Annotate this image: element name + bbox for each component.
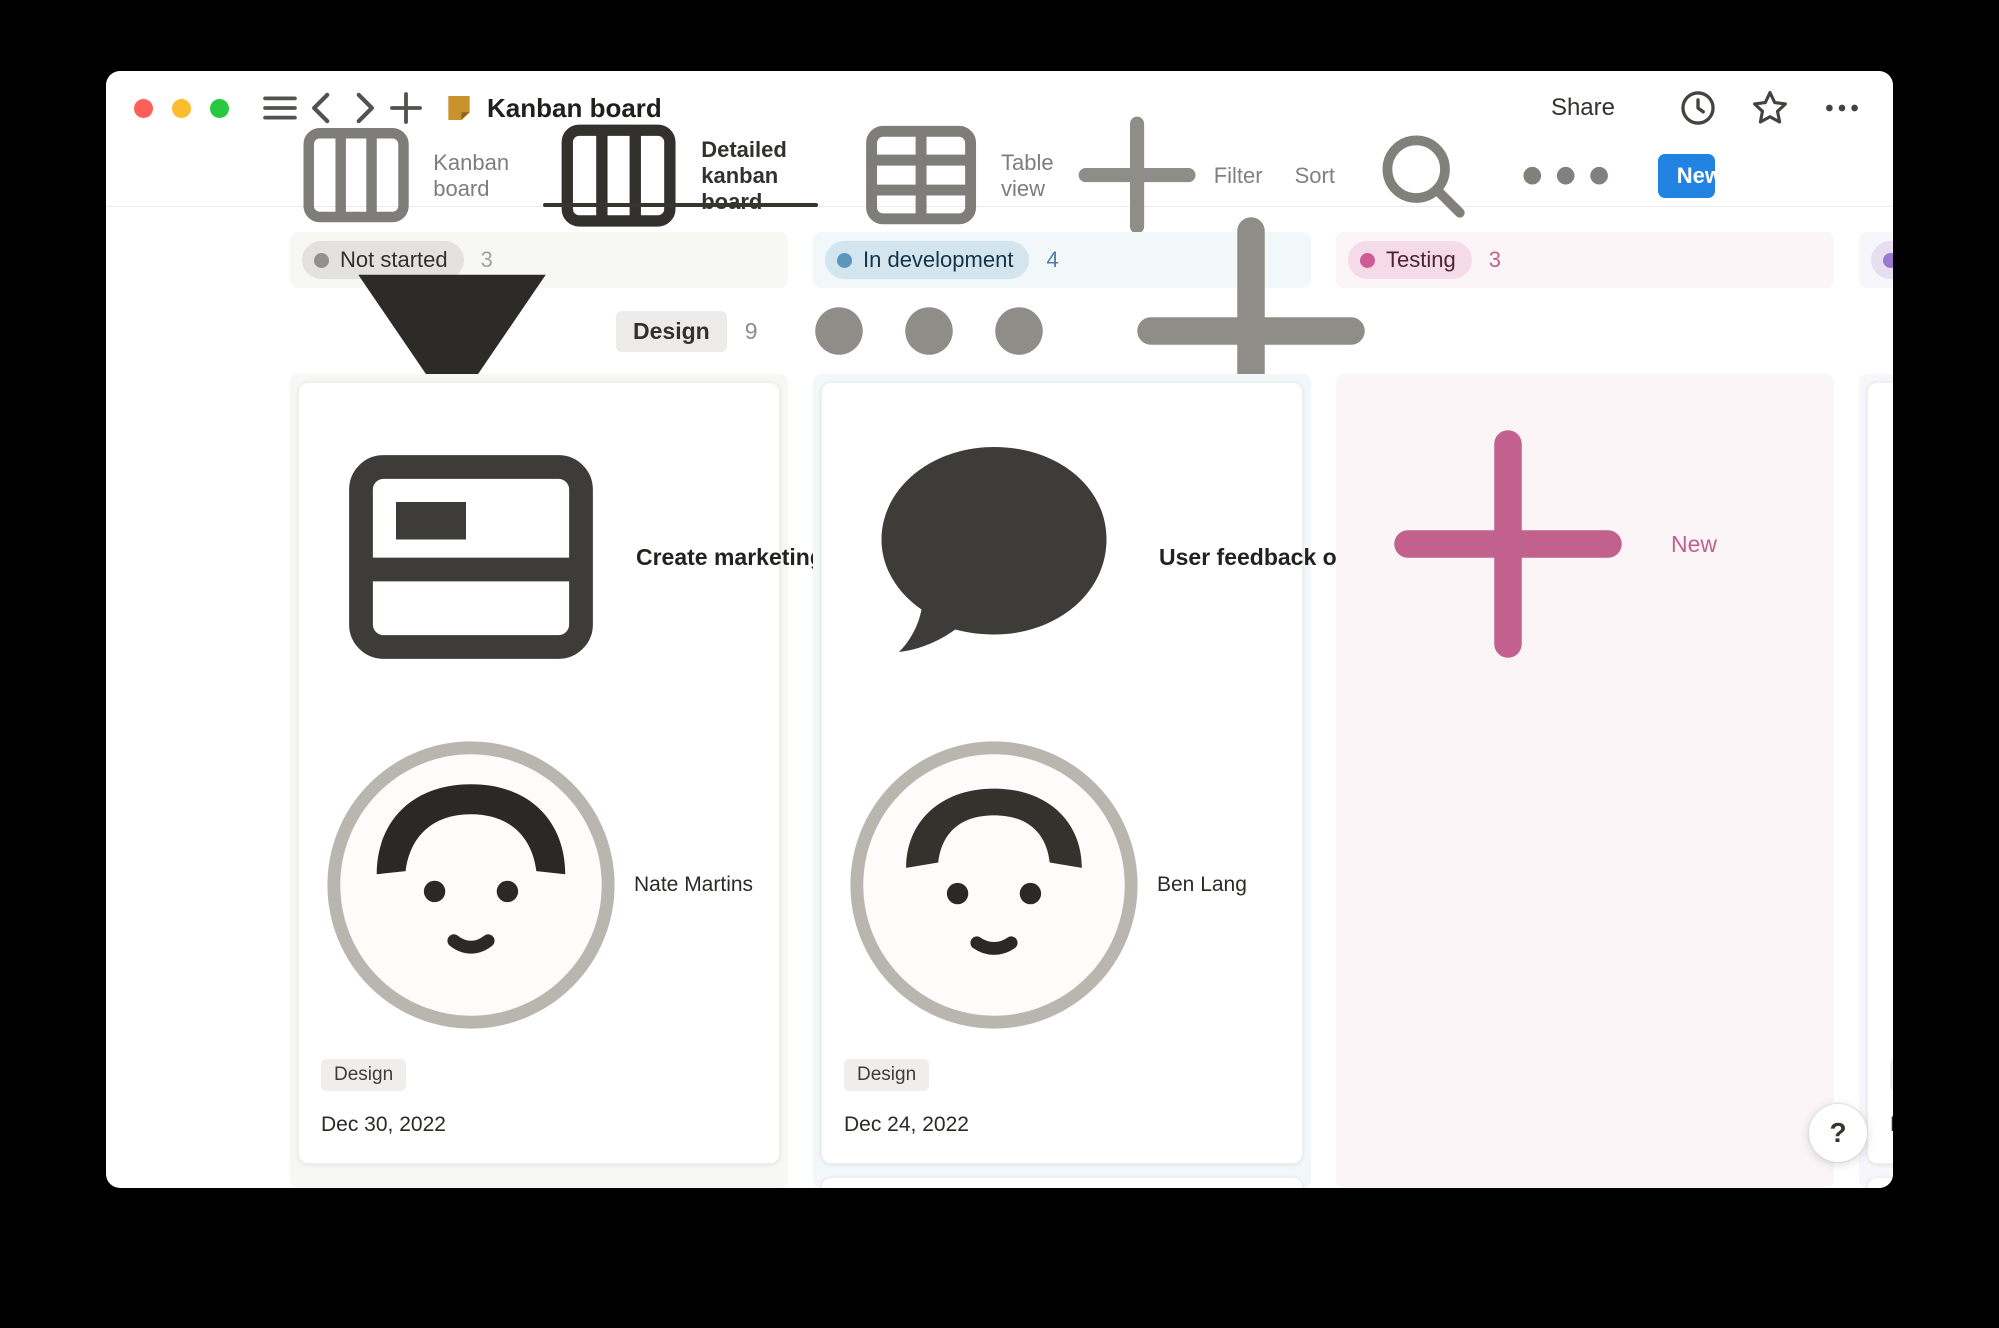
help-button[interactable]: ? bbox=[1809, 1104, 1867, 1162]
column-content-row: Create marketing materials Nate Martins … bbox=[290, 374, 1893, 1188]
plus-icon bbox=[1358, 394, 1658, 694]
assignee-name: Ben Lang bbox=[1157, 873, 1247, 897]
new-item-button[interactable]: New bbox=[1658, 154, 1715, 198]
target-icon bbox=[1890, 407, 1893, 707]
tab-table-view[interactable]: Table view bbox=[852, 145, 1054, 206]
page-journal-icon bbox=[443, 92, 475, 124]
column-in-development: User feedback on feature Ben Lang Design… bbox=[813, 374, 1311, 1188]
board-view-icon bbox=[290, 109, 422, 241]
tab-kanban-board[interactable]: Kanban board bbox=[290, 145, 509, 206]
group-label[interactable]: Design bbox=[616, 311, 727, 352]
kanban-card[interactable]: Create marketing materials Nate Martins … bbox=[298, 382, 780, 1164]
status-dot-icon bbox=[1883, 253, 1893, 268]
kanban-card[interactable]: D D bbox=[1867, 382, 1893, 1164]
board-view-icon bbox=[547, 104, 690, 247]
card-tag: Design bbox=[844, 1059, 929, 1091]
favorite-button[interactable] bbox=[1749, 87, 1791, 129]
card-date: Dec 30, 2022 bbox=[321, 1113, 757, 1137]
group-row-design: Design 9 bbox=[290, 288, 1893, 374]
tab-label: Detailed kanban board bbox=[701, 137, 814, 215]
tab-detailed-kanban-board[interactable]: Detailed kanban board bbox=[547, 145, 814, 206]
avatar bbox=[321, 735, 621, 1035]
kanban-card[interactable]: D D bbox=[1867, 1177, 1893, 1188]
window-controls bbox=[134, 99, 229, 118]
kanban-card[interactable]: Create visuals for feature Ben Lang Desi… bbox=[821, 1177, 1303, 1188]
kanban-card[interactable]: User feedback on feature Ben Lang Design… bbox=[821, 382, 1303, 1164]
column-clipped-column: D D D D New bbox=[1859, 374, 1893, 1188]
tab-label: Kanban board bbox=[433, 150, 509, 202]
new-card-button[interactable]: New bbox=[1344, 382, 1826, 706]
status-pill[interactable] bbox=[1871, 241, 1893, 279]
speech-bubble-icon bbox=[844, 407, 1144, 707]
star-icon bbox=[1749, 87, 1791, 129]
column-header-clipped-column bbox=[1859, 232, 1893, 288]
card-tag: Design bbox=[321, 1059, 406, 1091]
group-count: 9 bbox=[745, 318, 758, 345]
column-header-testing: Testing 3 bbox=[1336, 232, 1834, 288]
avatar bbox=[844, 735, 1144, 1035]
kanban-board: Not started 3 In development 4 Testing 3… bbox=[106, 207, 1893, 1188]
more-options-button[interactable] bbox=[1821, 87, 1863, 129]
app-window: Kanban board Share Kanban board Detailed… bbox=[106, 71, 1893, 1188]
avatar bbox=[1890, 735, 1893, 1035]
card-date: D bbox=[1890, 1113, 1893, 1137]
column-count: 3 bbox=[1489, 247, 1501, 273]
close-window-button[interactable] bbox=[134, 99, 153, 118]
ellipsis-icon bbox=[1821, 87, 1863, 129]
assignee-name: Nate Martins bbox=[634, 873, 753, 897]
newspaper-icon bbox=[321, 407, 621, 707]
new-card-label: New bbox=[1671, 531, 1717, 558]
view-tab-bar: Kanban board Detailed kanban board Table… bbox=[106, 145, 1893, 207]
view-tabs: Kanban board Detailed kanban board Table… bbox=[290, 145, 1054, 206]
column-not-started: Create marketing materials Nate Martins … bbox=[290, 374, 788, 1188]
column-testing: New bbox=[1336, 374, 1834, 1188]
new-item-label[interactable]: New bbox=[1658, 154, 1715, 198]
card-tag: D bbox=[1890, 1059, 1893, 1091]
tab-label: Table view bbox=[1001, 150, 1054, 202]
minimize-window-button[interactable] bbox=[172, 99, 191, 118]
share-button[interactable]: Share bbox=[1551, 94, 1615, 122]
card-date: Dec 24, 2022 bbox=[844, 1113, 1280, 1137]
new-card-button[interactable]: New bbox=[298, 1177, 780, 1188]
zoom-window-button[interactable] bbox=[210, 99, 229, 118]
table-view-icon bbox=[852, 106, 990, 244]
